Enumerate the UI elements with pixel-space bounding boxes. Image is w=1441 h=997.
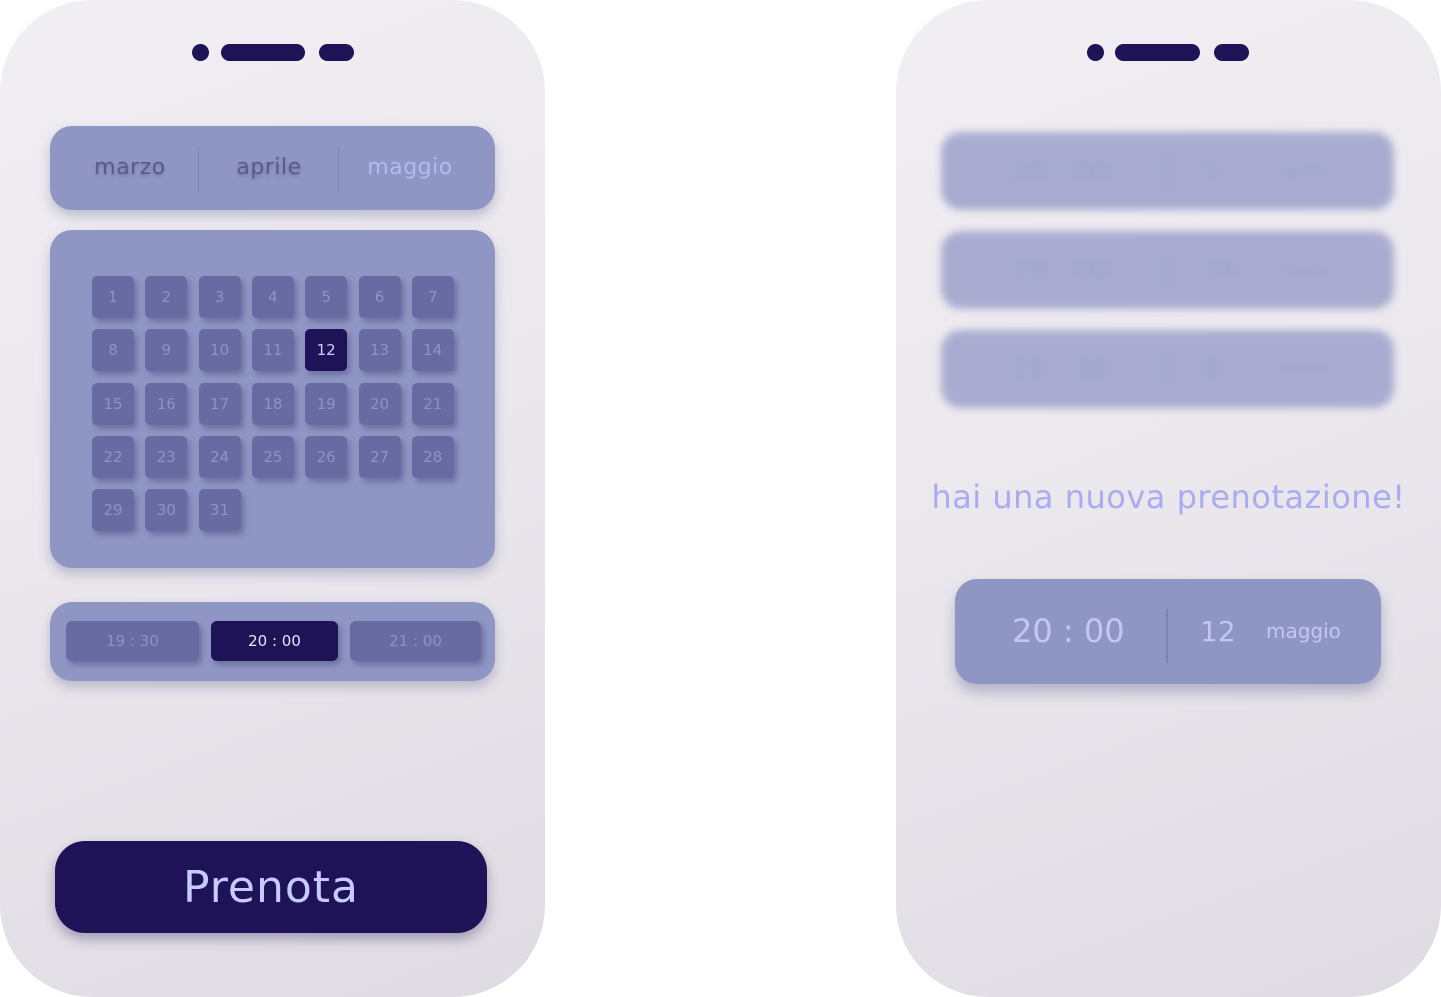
speaker-slot — [221, 44, 305, 61]
blurred-booking-month: aprile — [1281, 161, 1327, 180]
calendar-day[interactable]: 19 — [305, 382, 348, 425]
time-option-2000[interactable]: 20 : 00 — [211, 621, 338, 661]
calendar-day[interactable]: 12 — [305, 329, 348, 372]
calendar-day[interactable]: 7 — [411, 276, 454, 318]
blurred-booking-day: 18 — [1203, 255, 1237, 285]
sensor-slot — [319, 44, 354, 61]
new-booking-month: maggio — [1266, 619, 1341, 643]
new-booking-card[interactable]: 20 : 00 12 maggio — [955, 579, 1381, 684]
calendar-day[interactable]: 24 — [198, 435, 241, 478]
calendar-day[interactable]: 11 — [251, 329, 294, 372]
calendar-day[interactable]: 17 — [198, 382, 241, 425]
calendar-day[interactable]: 4 — [251, 276, 294, 318]
blurred-booking-time: 20 : 00 — [1011, 154, 1110, 187]
calendar-day[interactable]: 5 — [305, 276, 348, 318]
calendar-day[interactable]: 8 — [92, 329, 134, 372]
calendar-day[interactable]: 21 — [411, 382, 454, 425]
month-maggio[interactable]: maggio — [340, 126, 480, 210]
calendar-day[interactable]: 22 — [92, 435, 134, 478]
calendar-day[interactable]: 3 — [198, 276, 241, 318]
time-selector: 19 : 30 20 : 00 21 : 00 — [50, 602, 495, 681]
calendar-day[interactable]: 13 — [358, 329, 401, 372]
month-aprile[interactable]: aprile — [199, 126, 339, 210]
blurred-booking-card: 19 : 00 18 marzo — [941, 231, 1394, 309]
time-option-2100[interactable]: 21 : 00 — [350, 621, 481, 661]
blurred-booking-day: 5 — [1203, 156, 1220, 186]
time-option-1930[interactable]: 19 : 30 — [66, 621, 199, 661]
sensor-slot — [1214, 44, 1249, 61]
calendar-day[interactable]: 20 — [358, 382, 401, 425]
calendar-grid: 1 2 3 4 5 6 7 8 9 10 11 12 13 14 15 16 17 18 19 20 21 22 23 24 2… — [50, 230, 495, 568]
booking-divider — [1166, 609, 1168, 663]
booking-phone: marzo aprile maggio 1 2 3 4 5 6 7 8 9 10 11 12 13 14 1… — [0, 0, 545, 997]
book-button[interactable]: Prenota — [55, 841, 487, 933]
month-selector: marzo aprile maggio — [50, 126, 495, 210]
blurred-booking-month: marzo — [1281, 260, 1332, 279]
blurred-booking-time: 19 : 00 — [1011, 253, 1110, 286]
calendar-day[interactable]: 30 — [145, 489, 188, 532]
booking-divider — [1167, 247, 1169, 293]
calendar-day[interactable]: 1 — [92, 276, 134, 318]
speaker-slot — [1115, 44, 1200, 61]
new-booking-day: 12 — [1200, 615, 1236, 648]
booking-divider — [1167, 148, 1169, 194]
blurred-booking-month: marzo — [1281, 359, 1332, 378]
blurred-booking-card: 20 : 00 5 aprile — [941, 132, 1394, 210]
new-booking-notification: hai una nuova prenotazione! — [931, 478, 1406, 516]
camera-dot — [192, 44, 209, 61]
blurred-booking-day: 8 — [1203, 354, 1220, 384]
calendar-day[interactable]: 31 — [198, 489, 241, 532]
confirmation-phone: 20 : 00 5 aprile 19 : 00 18 marzo 19 : 3… — [896, 0, 1441, 997]
calendar-day[interactable]: 25 — [251, 435, 294, 478]
calendar-day[interactable]: 26 — [305, 435, 348, 478]
calendar-day[interactable]: 15 — [92, 382, 134, 425]
calendar-day[interactable]: 9 — [145, 329, 188, 372]
calendar-day[interactable]: 16 — [145, 382, 188, 425]
calendar-day[interactable]: 18 — [251, 382, 294, 425]
blurred-booking-time: 19 : 30 — [1011, 352, 1110, 385]
calendar-day[interactable]: 27 — [358, 435, 401, 478]
new-booking-time: 20 : 00 — [1012, 612, 1125, 650]
calendar-day[interactable]: 23 — [145, 435, 188, 478]
calendar-day[interactable]: 14 — [411, 329, 454, 372]
calendar-day[interactable]: 6 — [358, 276, 401, 318]
booking-divider — [1167, 346, 1169, 392]
calendar-day[interactable]: 29 — [92, 489, 134, 532]
month-marzo[interactable]: marzo — [60, 126, 200, 210]
calendar-day[interactable]: 2 — [145, 276, 188, 318]
calendar-day[interactable]: 10 — [198, 329, 241, 372]
blurred-booking-card: 19 : 30 8 marzo — [941, 330, 1394, 408]
month-divider — [338, 146, 339, 192]
calendar-day[interactable]: 28 — [411, 435, 454, 478]
camera-dot — [1087, 44, 1104, 61]
